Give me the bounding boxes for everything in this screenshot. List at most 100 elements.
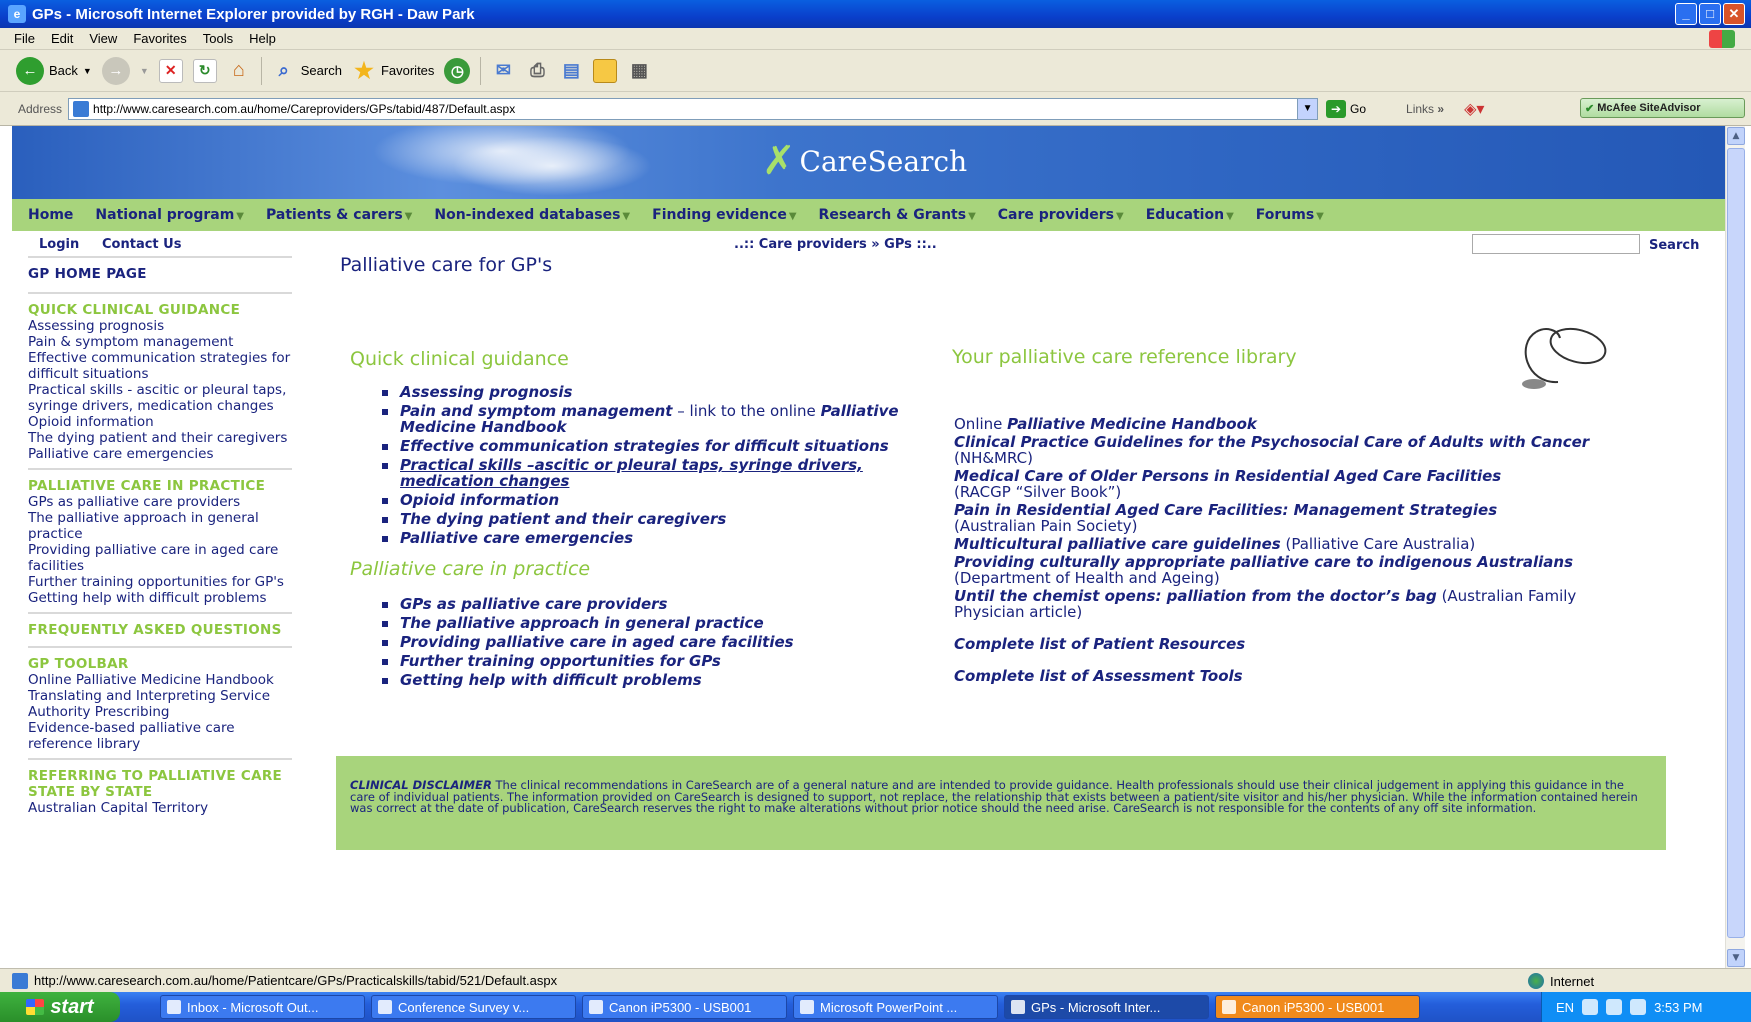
print-icon[interactable]: ⎙: [525, 59, 549, 83]
list-item[interactable]: Getting help with difficult problems: [382, 672, 922, 688]
nav-research-grants[interactable]: Research & Grants ▼: [819, 207, 976, 223]
list-item[interactable]: Palliative care emergencies: [382, 530, 922, 546]
refresh-icon[interactable]: ↻: [192, 58, 217, 83]
list-item[interactable]: Opioid information: [382, 492, 922, 508]
taskbar-item-powerpoint[interactable]: Microsoft PowerPoint ...: [793, 995, 998, 1019]
scroll-down-icon[interactable]: ▼: [1727, 949, 1745, 967]
tray-icon[interactable]: [1606, 999, 1623, 1015]
link-dying-patient[interactable]: The dying patient and their caregivers: [400, 510, 726, 528]
list-item[interactable]: Providing palliative care in aged care f…: [382, 634, 922, 650]
list-item[interactable]: GPs as palliative care providers: [382, 596, 922, 612]
nav-patients-carers[interactable]: Patients & carers ▼: [266, 207, 412, 223]
sidebar-link[interactable]: Further training opportunities for GP's: [28, 574, 292, 590]
caresearch-logo[interactable]: ✗ CareSearch: [762, 136, 967, 186]
sidebar-link[interactable]: Providing palliative care in aged care f…: [28, 542, 292, 574]
link-palliative-approach[interactable]: The palliative approach in general pract…: [400, 614, 764, 632]
sidebar-link[interactable]: Palliative care emergencies: [28, 446, 292, 462]
link-gps-as-providers[interactable]: GPs as palliative care providers: [400, 595, 668, 613]
link-patient-resources[interactable]: Complete list of Patient Resources: [954, 635, 1245, 653]
tray-icon[interactable]: [1630, 999, 1647, 1015]
sidebar-heading[interactable]: PALLIATIVE CARE IN PRACTICE: [28, 478, 292, 494]
link-practical-skills[interactable]: Practical skills –ascitic or pleural tap…: [400, 456, 863, 490]
link-psychosocial-guidelines[interactable]: Clinical Practice Guidelines for the Psy…: [954, 433, 1589, 451]
sidebar-link[interactable]: Online Palliative Medicine Handbook: [28, 672, 292, 688]
sidebar-gp-home[interactable]: GP HOME PAGE: [28, 266, 292, 282]
menu-help[interactable]: Help: [249, 31, 276, 46]
link-multicultural-guidelines[interactable]: Multicultural palliative care guidelines: [954, 535, 1281, 553]
link-assessment-tools[interactable]: Complete list of Assessment Tools: [954, 667, 1243, 685]
contact-us-link[interactable]: Contact Us: [102, 237, 181, 252]
edit-icon[interactable]: ▤: [559, 59, 583, 83]
sidebar-link[interactable]: The palliative approach in general pract…: [28, 510, 292, 542]
scroll-up-icon[interactable]: ▲: [1727, 127, 1745, 145]
sidebar-heading[interactable]: QUICK CLINICAL GUIDANCE: [28, 302, 292, 318]
sidebar-link[interactable]: Pain & symptom management: [28, 334, 292, 350]
link-effective-communication[interactable]: Effective communication strategies for d…: [400, 437, 889, 455]
minimize-button[interactable]: _: [1675, 3, 1697, 25]
close-button[interactable]: ✕: [1723, 3, 1745, 25]
sidebar-link[interactable]: Translating and Interpreting Service: [28, 688, 292, 704]
link-getting-help[interactable]: Getting help with difficult problems: [400, 671, 702, 689]
list-item[interactable]: Effective communication strategies for d…: [382, 438, 922, 454]
link-palliative-care-emergencies[interactable]: Palliative care emergencies: [400, 529, 633, 547]
taskbar-item-conference-survey[interactable]: Conference Survey v...: [371, 995, 576, 1019]
link-online-handbook[interactable]: Palliative Medicine Handbook: [1007, 415, 1257, 433]
links-button[interactable]: Links »: [1406, 102, 1444, 116]
sidebar-link[interactable]: Practical skills - ascitic or pleural ta…: [28, 382, 292, 414]
nav-national-program[interactable]: National program ▼: [95, 207, 244, 223]
search-button[interactable]: ⌕ Search: [272, 59, 342, 83]
taskbar-item-outlook[interactable]: Inbox - Microsoft Out...: [160, 995, 365, 1019]
menu-edit[interactable]: Edit: [51, 31, 73, 46]
mcafee-siteadvisor-button[interactable]: ✔ McAfee SiteAdvisor: [1580, 98, 1745, 118]
sidebar-link[interactable]: The dying patient and their caregivers: [28, 430, 292, 446]
link-assessing-prognosis[interactable]: Assessing prognosis: [400, 383, 572, 401]
address-url[interactable]: http://www.caresearch.com.au/home/Carepr…: [93, 102, 515, 116]
sidebar-heading[interactable]: FREQUENTLY ASKED QUESTIONS: [28, 622, 292, 638]
list-item[interactable]: Assessing prognosis: [382, 384, 922, 400]
back-button[interactable]: ← Back ▼: [16, 56, 92, 85]
sidebar-link[interactable]: Authority Prescribing: [28, 704, 292, 720]
address-input[interactable]: http://www.caresearch.com.au/home/Carepr…: [68, 97, 1319, 120]
list-item[interactable]: Practical skills –ascitic or pleural tap…: [382, 457, 922, 489]
nav-home[interactable]: Home: [28, 207, 73, 223]
favorites-button[interactable]: ★ Favorites: [352, 58, 434, 83]
login-link[interactable]: Login: [39, 237, 79, 252]
list-item[interactable]: Further training opportunities for GPs: [382, 653, 922, 669]
link-further-training[interactable]: Further training opportunities for GPs: [400, 652, 721, 670]
translate-icon[interactable]: ◈▾: [1464, 99, 1484, 119]
nav-care-providers[interactable]: Care providers ▼: [998, 207, 1124, 223]
site-search-input[interactable]: [1472, 234, 1640, 254]
menu-file[interactable]: File: [14, 31, 35, 46]
list-item[interactable]: The palliative approach in general pract…: [382, 615, 922, 631]
nav-education[interactable]: Education ▼: [1146, 207, 1234, 223]
chevron-down-icon[interactable]: ▼: [83, 66, 92, 76]
home-icon[interactable]: ⌂: [227, 59, 251, 83]
sidebar-link[interactable]: Evidence-based palliative care reference…: [28, 720, 292, 752]
nav-forums[interactable]: Forums ▼: [1256, 207, 1324, 223]
sidebar-link[interactable]: Assessing prognosis: [28, 318, 292, 334]
taskbar-item-printer-alert[interactable]: Canon iP5300 - USB001: [1215, 995, 1420, 1019]
menu-tools[interactable]: Tools: [203, 31, 233, 46]
go-button[interactable]: ➔ Go: [1326, 99, 1366, 118]
sidebar-link[interactable]: Australian Capital Territory: [28, 800, 292, 816]
site-search-button[interactable]: Search: [1649, 238, 1699, 253]
chevron-down-icon[interactable]: ▼: [1297, 98, 1318, 119]
tray-icon[interactable]: [1582, 999, 1599, 1015]
menu-view[interactable]: View: [89, 31, 117, 46]
vertical-scrollbar[interactable]: ▲ ▼: [1725, 126, 1745, 968]
mail-icon[interactable]: ✉: [491, 59, 515, 83]
nav-finding-evidence[interactable]: Finding evidence ▼: [652, 207, 796, 223]
stop-icon[interactable]: ✕: [158, 58, 183, 83]
start-button[interactable]: start: [0, 992, 120, 1022]
forward-button[interactable]: →: [101, 56, 130, 85]
sidebar-link[interactable]: Getting help with difficult problems: [28, 590, 292, 606]
research-icon[interactable]: ▦: [627, 59, 651, 83]
sidebar-heading[interactable]: GP TOOLBAR: [28, 656, 292, 672]
menu-favorites[interactable]: Favorites: [133, 31, 186, 46]
scrollbar-thumb[interactable]: [1727, 148, 1745, 938]
chevron-down-icon[interactable]: ▼: [140, 66, 149, 76]
taskbar-item-printer[interactable]: Canon iP5300 - USB001: [582, 995, 787, 1019]
sidebar-link[interactable]: Opioid information: [28, 414, 292, 430]
list-item[interactable]: The dying patient and their caregivers: [382, 511, 922, 527]
language-indicator[interactable]: EN: [1556, 1000, 1574, 1015]
